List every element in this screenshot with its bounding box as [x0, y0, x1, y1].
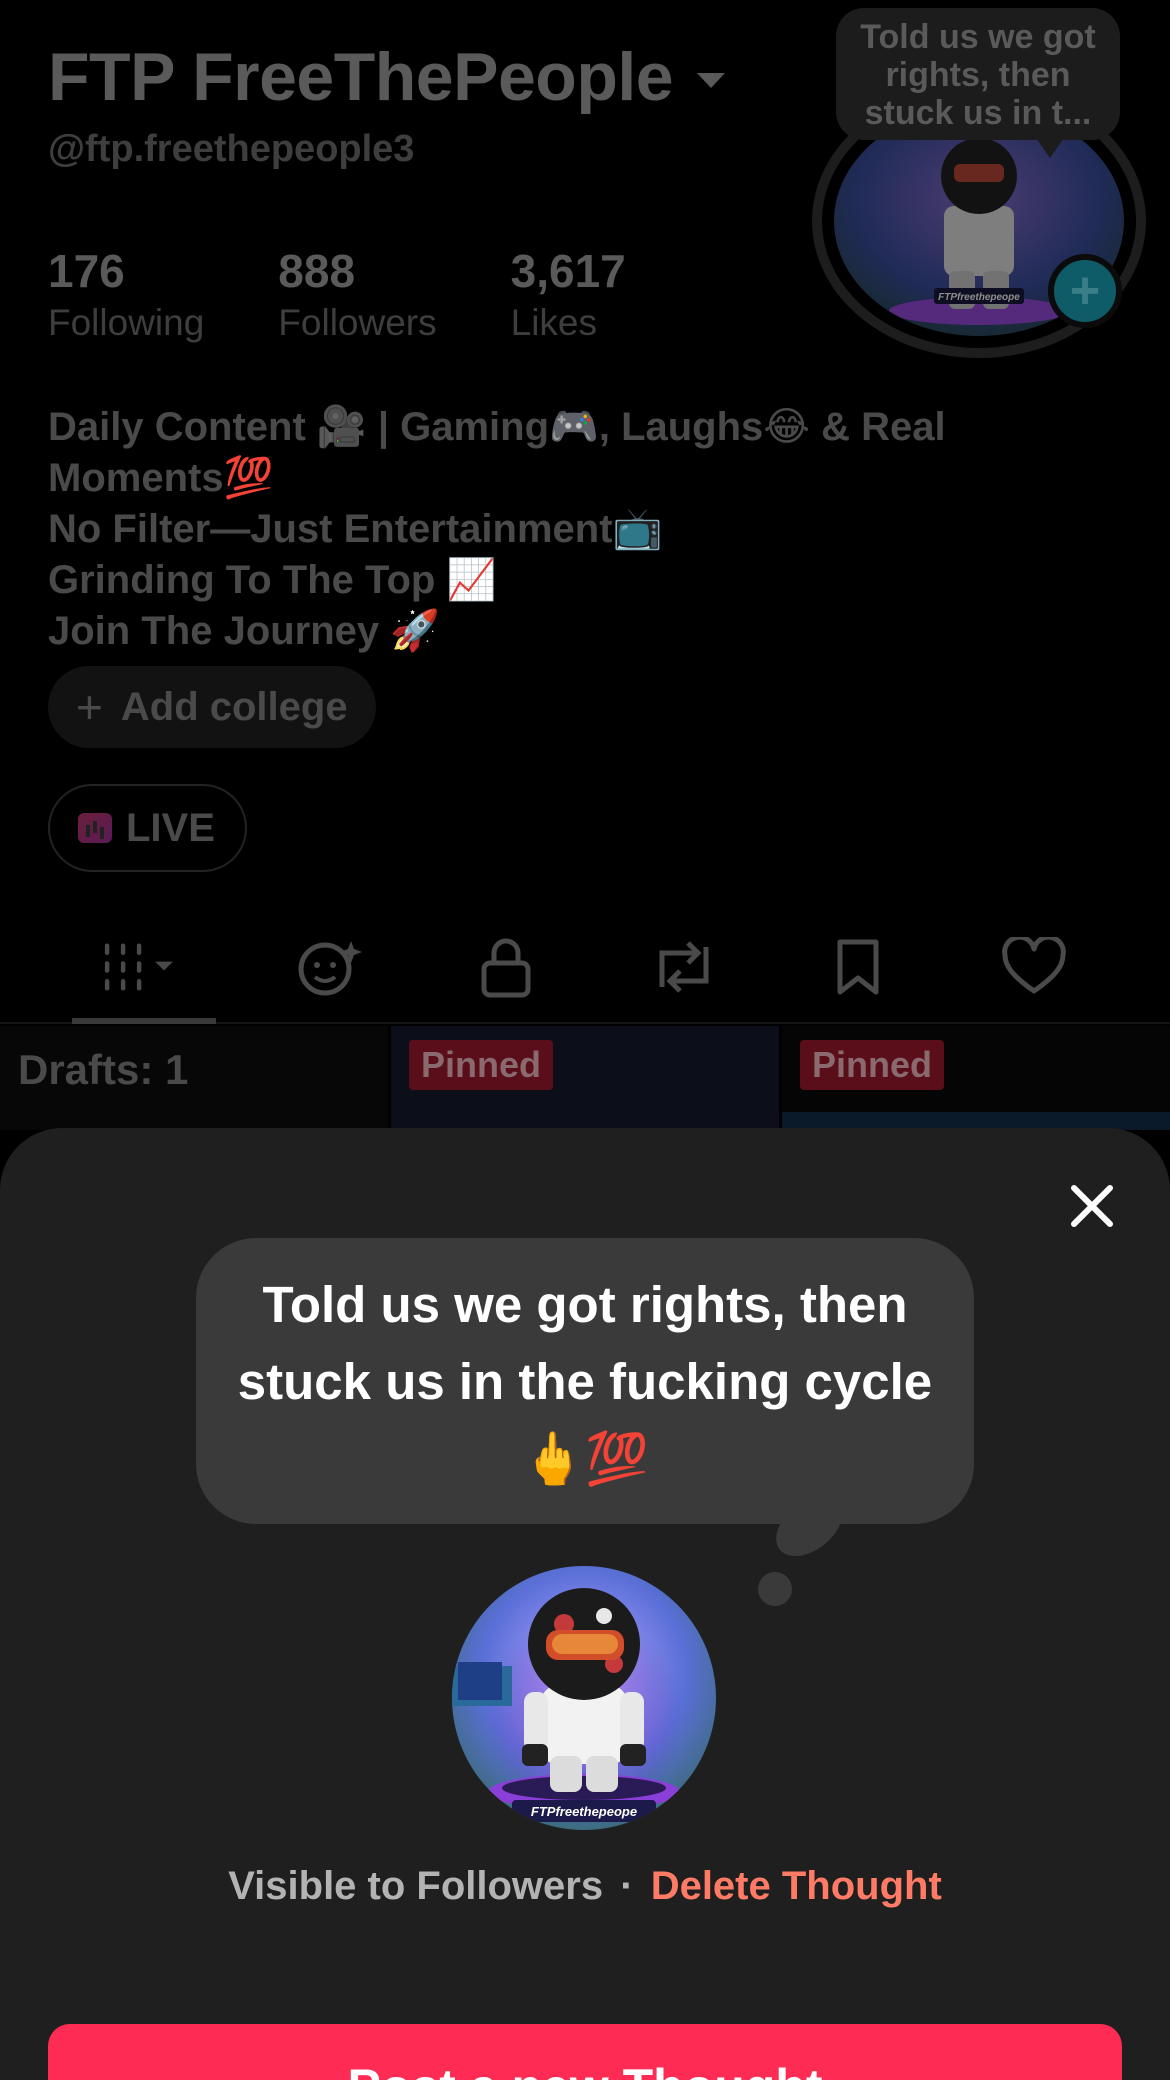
tab-friends[interactable]	[290, 932, 370, 1002]
account-switcher[interactable]: FTP FreeThePeople	[48, 38, 726, 116]
video-grid: Drafts: 1 Pinned Pinned	[0, 1026, 1170, 1130]
thought-avatar: FTPfreethepeope	[452, 1566, 716, 1830]
close-button[interactable]	[1064, 1178, 1120, 1234]
avatar-logo-text: FTPfreethepeope	[531, 1804, 637, 1819]
drafts-label: Drafts: 1	[18, 1046, 189, 1093]
visibility-text: Visible to Followers	[228, 1864, 604, 1908]
thought-bubble[interactable]: Told us we got rights, then stuck us in …	[196, 1238, 974, 1524]
stat-likes[interactable]: 3,617 Likes	[511, 248, 626, 344]
visibility-row: Visible to Followers · Delete Thought	[0, 1864, 1170, 1909]
display-name: FTP FreeThePeople	[48, 39, 674, 115]
likes-count: 3,617	[510, 245, 626, 297]
pinned-badge: Pinned	[800, 1040, 945, 1090]
profile-tabs	[0, 920, 1170, 1024]
stat-following[interactable]: 176 Following	[48, 248, 204, 344]
tab-reposts[interactable]	[644, 932, 724, 1002]
close-icon	[1071, 1185, 1113, 1227]
lock-icon	[481, 938, 531, 998]
add-story-button[interactable]: +	[1048, 254, 1122, 328]
heart-icon	[1002, 937, 1066, 994]
video-tile[interactable]: Pinned	[391, 1026, 779, 1130]
bio-line: No Filter—Just Entertainment📺	[48, 507, 663, 551]
tab-favorites[interactable]	[818, 932, 898, 1002]
bio-line: Daily Content 🎥 | Gaming🎮, Laughs😂 & Rea…	[48, 405, 946, 449]
profile-page: FTP FreeThePeople @ftp.freethepeople3 17…	[0, 0, 1170, 2080]
active-tab-indicator	[72, 1018, 216, 1024]
tab-videos[interactable]	[100, 932, 180, 1002]
following-label: Following	[48, 302, 205, 343]
followers-count: 888	[278, 245, 356, 297]
drafts-tile[interactable]: Drafts: 1	[0, 1026, 388, 1130]
bio-line: Join The Journey 🚀	[48, 609, 441, 653]
live-icon	[78, 813, 112, 843]
live-label: LIVE	[126, 805, 215, 850]
pinned-badge: Pinned	[409, 1040, 554, 1090]
bio-line: Moments💯	[48, 456, 274, 500]
grid-icon	[104, 943, 173, 991]
following-count: 176	[48, 245, 125, 297]
face-sparkle-icon	[298, 941, 362, 996]
likes-label: Likes	[510, 302, 598, 343]
bubble-dot	[758, 1572, 792, 1606]
video-tile[interactable]: Pinned	[782, 1026, 1170, 1130]
followers-label: Followers	[278, 302, 437, 343]
bookmark-icon	[837, 939, 879, 995]
add-college-label: Add college	[120, 684, 348, 729]
repost-icon	[659, 941, 709, 993]
stat-followers[interactable]: 888 Followers	[278, 248, 436, 344]
plus-icon: +	[76, 681, 103, 733]
add-college-button[interactable]: + Add college	[48, 666, 376, 748]
live-button[interactable]: LIVE	[48, 784, 247, 872]
username-handle: @ftp.freethepeople3	[48, 128, 415, 170]
avatar-logo-text: FTPfreethepeope	[938, 292, 1020, 303]
separator: ·	[620, 1864, 634, 1908]
profile-bio: Daily Content 🎥 | Gaming🎮, Laughs😂 & Rea…	[48, 402, 1028, 657]
bio-line: Grinding To The Top 📈	[48, 558, 497, 602]
avatar-thought-preview[interactable]: Told us we got rights, then stuck us in …	[836, 8, 1120, 158]
chevron-down-icon	[697, 72, 726, 88]
tab-private[interactable]	[466, 932, 546, 1002]
profile-stats: 176 Following 888 Followers 3,617 Likes	[48, 248, 700, 344]
delete-thought-link[interactable]: Delete Thought	[651, 1864, 942, 1908]
tab-liked[interactable]	[994, 932, 1074, 1002]
post-thought-button[interactable]: Post a new Thought	[48, 2024, 1122, 2080]
thought-text: Told us we got rights, then stuck us in …	[237, 1275, 933, 1487]
